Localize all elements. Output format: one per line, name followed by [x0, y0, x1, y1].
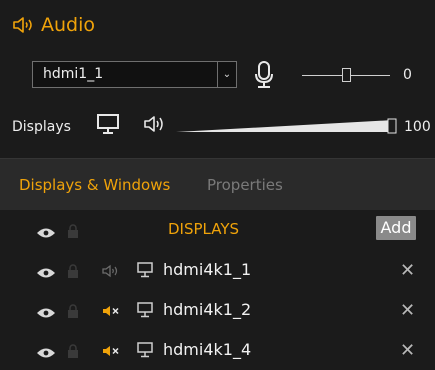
lock-icon[interactable] — [67, 343, 79, 362]
monitor-icon — [137, 262, 153, 282]
add-display-button[interactable]: Add — [376, 216, 416, 240]
list-item[interactable]: hdmi4k1_1 ✕ — [0, 250, 435, 290]
speaker-muted-icon[interactable] — [102, 303, 120, 322]
audio-header: Audio — [12, 14, 95, 36]
speaker-icon[interactable] — [143, 114, 167, 138]
monitor-icon[interactable] — [96, 113, 120, 139]
displays-section-label: DISPLAYS — [168, 220, 240, 238]
audio-device-select[interactable]: hdmi1_1 ⌄ — [32, 61, 237, 88]
mic-slider-thumb[interactable] — [342, 68, 351, 82]
eye-icon[interactable] — [36, 304, 56, 323]
eye-icon[interactable] — [36, 264, 56, 283]
list-item[interactable]: hdmi4k1_2 ✕ — [0, 290, 435, 330]
display-name: hdmi4k1_4 — [163, 340, 252, 359]
lock-icon[interactable] — [67, 263, 79, 282]
eye-icon[interactable] — [36, 224, 56, 243]
microphone-icon[interactable] — [253, 60, 275, 94]
tab-properties[interactable]: Properties — [207, 176, 283, 194]
list-item[interactable]: hdmi4k1_4 ✕ — [0, 330, 435, 370]
speaker-icon — [12, 16, 34, 34]
displays-volume-label: Displays — [12, 119, 71, 135]
eye-icon[interactable] — [36, 344, 56, 363]
chevron-down-icon[interactable]: ⌄ — [217, 62, 236, 87]
volume-wedge — [176, 118, 397, 134]
displays-volume-value: 100 — [404, 119, 431, 135]
mic-level-slider[interactable] — [302, 68, 390, 82]
audio-device-value: hdmi1_1 — [43, 66, 104, 82]
monitor-icon — [137, 302, 153, 322]
tab-bar: Displays & Windows Properties — [0, 158, 435, 211]
lock-icon[interactable] — [67, 303, 79, 322]
displays-volume-slider[interactable] — [176, 114, 404, 138]
list-header-row: DISPLAYS Add — [0, 210, 435, 250]
tab-displays-windows[interactable]: Displays & Windows — [19, 176, 170, 194]
displays-list: DISPLAYS Add hdmi4k1_1 ✕ hdmi4k1_2 ✕ hdm… — [0, 210, 435, 365]
lock-icon[interactable] — [67, 223, 79, 242]
display-name: hdmi4k1_1 — [163, 260, 252, 279]
speaker-icon[interactable] — [102, 263, 120, 282]
mic-level-value: 0 — [403, 67, 412, 83]
audio-panel: Audio hdmi1_1 ⌄ 0 Displays 100 — [0, 0, 435, 150]
close-icon[interactable]: ✕ — [400, 300, 415, 321]
speaker-muted-icon[interactable] — [102, 343, 120, 362]
audio-title: Audio — [41, 14, 96, 36]
display-name: hdmi4k1_2 — [163, 300, 252, 319]
close-icon[interactable]: ✕ — [400, 340, 415, 361]
monitor-icon — [137, 342, 153, 362]
close-icon[interactable]: ✕ — [400, 260, 415, 281]
